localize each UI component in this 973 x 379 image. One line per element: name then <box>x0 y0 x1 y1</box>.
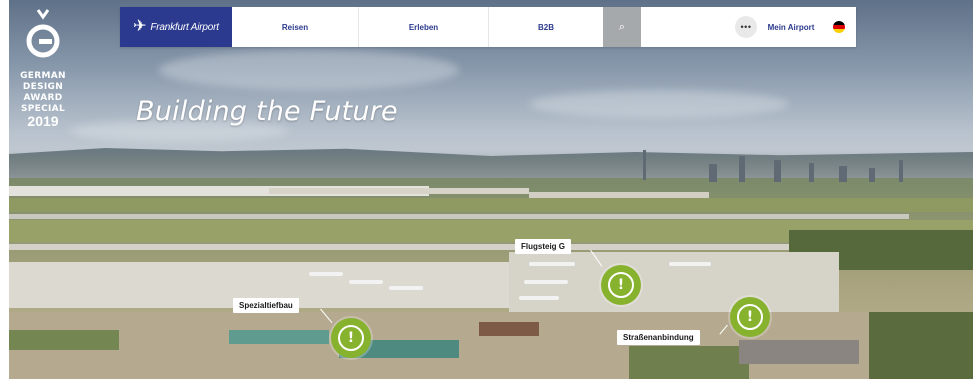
runway <box>9 244 889 250</box>
more-icon: ••• <box>740 22 752 32</box>
german-flag-icon[interactable] <box>833 21 845 33</box>
hero-headline: Building the Future <box>136 96 398 127</box>
aircraft <box>519 296 559 300</box>
logo-text: Frankfurt Airport <box>150 21 219 33</box>
info-icon: ! <box>608 272 634 298</box>
hotspot-flugsteig-g[interactable]: ! <box>601 265 641 305</box>
field <box>9 198 973 212</box>
skyscraper <box>774 160 781 182</box>
award-year: 2019 <box>27 113 59 129</box>
skyscraper <box>809 163 814 182</box>
skyscraper <box>899 160 903 182</box>
german-design-award-badge: GERMAN DESIGN AWARD SPECIAL 2019 <box>20 8 66 129</box>
field <box>629 346 749 379</box>
field <box>9 330 119 350</box>
haze <box>9 150 973 180</box>
hotspot-label-spezialtiefbau[interactable]: Spezialtiefbau <box>233 298 299 313</box>
hotspot-label-strassenanbindung[interactable]: Straßenanbindung <box>617 330 700 345</box>
aircraft <box>524 280 568 284</box>
aircraft <box>349 280 383 284</box>
skyscraper <box>869 168 875 182</box>
nav-item-reisen[interactable]: Reisen <box>232 7 359 47</box>
nav-item-erleben[interactable]: Erleben <box>359 7 489 47</box>
skyscraper <box>709 164 717 182</box>
frankfurt-airport-logo[interactable]: ✈ Frankfurt Airport <box>120 7 232 47</box>
award-line-3: AWARD <box>23 93 63 103</box>
terminal <box>269 188 529 194</box>
buildings <box>739 340 859 364</box>
hotspot-spezialtiefbau[interactable]: ! <box>331 318 371 358</box>
skyscraper <box>739 156 745 182</box>
hotspot-label-flugsteig-g[interactable]: Flugsteig G <box>515 239 571 254</box>
cloud <box>529 90 789 118</box>
search-icon: ⌕ <box>618 20 626 33</box>
aircraft <box>389 286 423 290</box>
hotspot-strassenanbindung[interactable]: ! <box>730 297 770 337</box>
info-icon: ! <box>338 325 364 351</box>
aircraft <box>309 272 343 276</box>
aircraft <box>529 262 575 266</box>
search-button[interactable]: ⌕ <box>603 7 641 47</box>
trees <box>869 312 973 379</box>
airport-star-icon: ✈ <box>133 18 147 35</box>
tv-tower <box>643 150 646 180</box>
crane-area <box>479 322 539 336</box>
award-medal-icon <box>26 9 60 58</box>
skyscraper <box>839 166 847 182</box>
basin <box>229 330 329 344</box>
runway <box>9 214 909 219</box>
nav-item-b2b[interactable]: B2B <box>489 7 603 47</box>
cloud <box>159 50 459 90</box>
award-line-1: GERMAN <box>20 71 66 81</box>
hero-image <box>9 0 973 379</box>
more-options-button[interactable]: ••• <box>735 16 757 38</box>
main-navbar: ✈ Frankfurt Airport Reisen Erleben B2B ⌕… <box>120 7 856 47</box>
info-icon: ! <box>737 304 763 330</box>
aircraft <box>669 262 711 266</box>
award-line-2: DESIGN <box>22 82 64 92</box>
mein-airport-link[interactable]: Mein Airport <box>757 7 825 47</box>
